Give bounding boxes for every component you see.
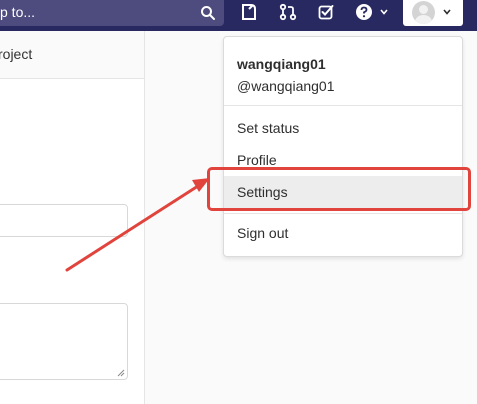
content-panel: roject bbox=[0, 31, 145, 404]
merge-request-icon[interactable] bbox=[279, 3, 297, 21]
menu-item-sign-out[interactable]: Sign out bbox=[224, 217, 462, 249]
help-icon[interactable] bbox=[355, 3, 373, 21]
tab-project-label: roject bbox=[0, 46, 33, 62]
divider bbox=[224, 105, 462, 106]
settings-highlight-box bbox=[207, 167, 471, 211]
textarea[interactable] bbox=[0, 303, 128, 380]
todo-icon[interactable] bbox=[240, 3, 258, 21]
page: p to... roject wangqiang01 @wangqiang01 … bbox=[0, 0, 477, 404]
menu-item-label: Profile bbox=[237, 152, 277, 168]
text-input[interactable] bbox=[0, 204, 128, 237]
tab-project[interactable]: roject bbox=[0, 31, 144, 79]
search-box[interactable]: p to... bbox=[0, 0, 224, 26]
avatar[interactable] bbox=[412, 1, 435, 24]
user-handle: @wangqiang01 bbox=[237, 78, 335, 94]
user-name: wangqiang01 bbox=[237, 56, 326, 72]
menu-item-label: Set status bbox=[237, 120, 300, 136]
issues-icon[interactable] bbox=[317, 3, 335, 21]
search-input[interactable]: p to... bbox=[0, 4, 35, 20]
resize-handle-icon[interactable] bbox=[117, 369, 125, 377]
search-icon[interactable] bbox=[200, 5, 216, 21]
top-navbar: p to... bbox=[0, 0, 477, 31]
chevron-down-icon[interactable] bbox=[380, 9, 388, 15]
menu-item-label: Sign out bbox=[237, 225, 289, 241]
divider bbox=[224, 213, 462, 214]
user-dropdown-menu: wangqiang01 @wangqiang01 Set status Prof… bbox=[223, 36, 463, 257]
user-menu-button[interactable] bbox=[403, 0, 463, 26]
menu-item-set-status[interactable]: Set status bbox=[224, 112, 462, 144]
chevron-down-icon[interactable] bbox=[443, 9, 451, 15]
